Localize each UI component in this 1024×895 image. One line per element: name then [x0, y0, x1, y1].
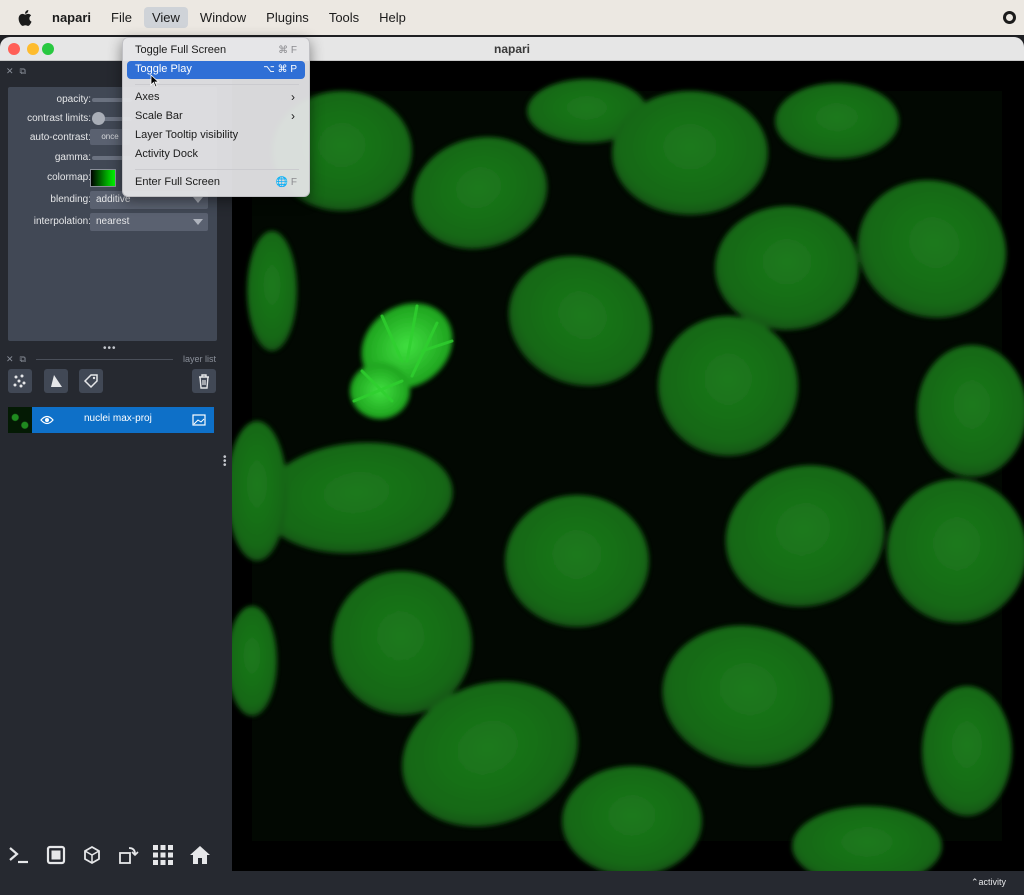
menu-item-toggle-full-screen[interactable]: Toggle Full Screen ⌘ F: [127, 42, 305, 60]
contrast-limits-label: contrast limits:: [27, 113, 91, 124]
image-layer-icon: [192, 413, 206, 431]
layer-list-item[interactable]: nuclei max-proj: [8, 407, 214, 433]
transpose-icon: [119, 847, 139, 864]
menu-item-activity-dock[interactable]: Activity Dock: [127, 146, 305, 164]
contrast-limits-handle[interactable]: [92, 112, 105, 125]
cube-rotate-icon: [84, 845, 100, 865]
menu-napari[interactable]: napari: [44, 7, 99, 28]
trash-icon: [199, 374, 209, 389]
status-bar: ⌃activity: [0, 871, 1024, 895]
layer-list-header-label: layer list: [182, 354, 216, 364]
menu-item-label: Scale Bar: [135, 110, 183, 122]
activity-toggle[interactable]: ⌃activity: [971, 877, 1006, 888]
menu-item-label: Toggle Full Screen: [135, 44, 227, 56]
layer-list-dock-header: ✕ ⧉ layer list: [6, 353, 216, 365]
console-button[interactable]: [7, 843, 31, 867]
menu-plugins[interactable]: Plugins: [258, 7, 317, 28]
menu-item-enter-full-screen[interactable]: Enter Full Screen 🌐 F: [127, 174, 305, 192]
menu-item-label: Toggle Play: [135, 63, 192, 75]
points-icon: [13, 374, 26, 388]
colormap-swatch[interactable]: [90, 169, 116, 187]
interpolation-row: interpolation: nearest: [8, 213, 217, 231]
new-points-layer-button[interactable]: [8, 369, 32, 393]
menu-item-shortcut: ⌘ F: [278, 45, 297, 56]
grid-icon: [153, 845, 173, 865]
blending-label: blending:: [50, 194, 91, 205]
delete-layer-button[interactable]: [192, 369, 216, 393]
grid-view-button[interactable]: [151, 843, 175, 867]
dock-resize-handle[interactable]: • • •: [223, 453, 227, 471]
layer-controls-dock-header: ✕ ⧉: [6, 65, 26, 77]
dock-close-icon[interactable]: ✕: [6, 354, 14, 365]
menu-item-layer-tooltip-visibility[interactable]: Layer Tooltip visibility: [127, 127, 305, 145]
chevron-right-icon: ›: [291, 109, 295, 123]
new-labels-layer-button[interactable]: [79, 369, 103, 393]
nuclei-image: [227, 79, 1024, 886]
auto-contrast-label: auto-contrast:: [29, 132, 91, 143]
viewer-canvas[interactable]: [227, 61, 1024, 886]
header-divider: [35, 358, 173, 360]
dock-float-icon[interactable]: ⧉: [20, 66, 26, 77]
menu-help[interactable]: Help: [371, 7, 414, 28]
record-icon[interactable]: [1003, 11, 1016, 24]
square-icon: [46, 845, 66, 865]
menu-item-label: Layer Tooltip visibility: [135, 129, 239, 141]
menu-separator: [135, 169, 299, 170]
chevron-right-icon: ›: [291, 90, 295, 104]
mouse-cursor-icon: [150, 74, 160, 88]
eye-icon[interactable]: [40, 413, 54, 431]
macos-menubar: napari File View Window Plugins Tools He…: [0, 0, 1024, 35]
activity-label: activity: [978, 877, 1006, 887]
apple-icon[interactable]: [14, 9, 36, 26]
ndisplay-toggle-button[interactable]: [44, 843, 68, 867]
opacity-label: opacity:: [56, 94, 91, 105]
interpolation-label: interpolation:: [33, 216, 91, 227]
transpose-dims-button[interactable]: [116, 843, 140, 867]
new-shapes-layer-button[interactable]: [44, 369, 68, 393]
gamma-label: gamma:: [54, 152, 91, 163]
layer-name: nuclei max-proj: [84, 413, 152, 424]
dock-float-icon[interactable]: ⧉: [20, 354, 26, 365]
menu-item-label: Enter Full Screen: [135, 176, 220, 188]
interpolation-value: nearest: [96, 216, 130, 227]
menu-file[interactable]: File: [103, 7, 140, 28]
view-menu-dropdown: Toggle Full Screen ⌘ F Toggle Play ⌥ ⌘ P…: [122, 37, 310, 197]
shapes-icon: [51, 375, 62, 387]
layer-thumbnail: [8, 407, 32, 433]
chevron-down-icon: [193, 219, 203, 225]
menu-window[interactable]: Window: [192, 7, 254, 28]
menu-item-shortcut: 🌐 F: [275, 177, 297, 188]
reset-view-button[interactable]: [188, 843, 212, 867]
menu-item-scale-bar[interactable]: Scale Bar ›: [127, 108, 305, 126]
colormap-label: colormap:: [47, 172, 91, 183]
menu-item-shortcut: ⌥ ⌘ P: [263, 64, 297, 75]
dock-close-icon[interactable]: ✕: [6, 66, 14, 77]
home-icon: [190, 846, 210, 864]
interpolation-select[interactable]: nearest: [90, 213, 208, 231]
menu-item-axes[interactable]: Axes ›: [127, 89, 305, 107]
terminal-icon: [9, 847, 28, 864]
roll-dims-button[interactable]: [80, 843, 104, 867]
chevron-down-icon: [193, 197, 203, 203]
menu-item-label: Axes: [135, 91, 160, 103]
menu-item-label: Activity Dock: [135, 148, 198, 160]
tag-icon: [83, 374, 98, 389]
menu-tools[interactable]: Tools: [321, 7, 367, 28]
menu-view[interactable]: View: [143, 7, 188, 28]
